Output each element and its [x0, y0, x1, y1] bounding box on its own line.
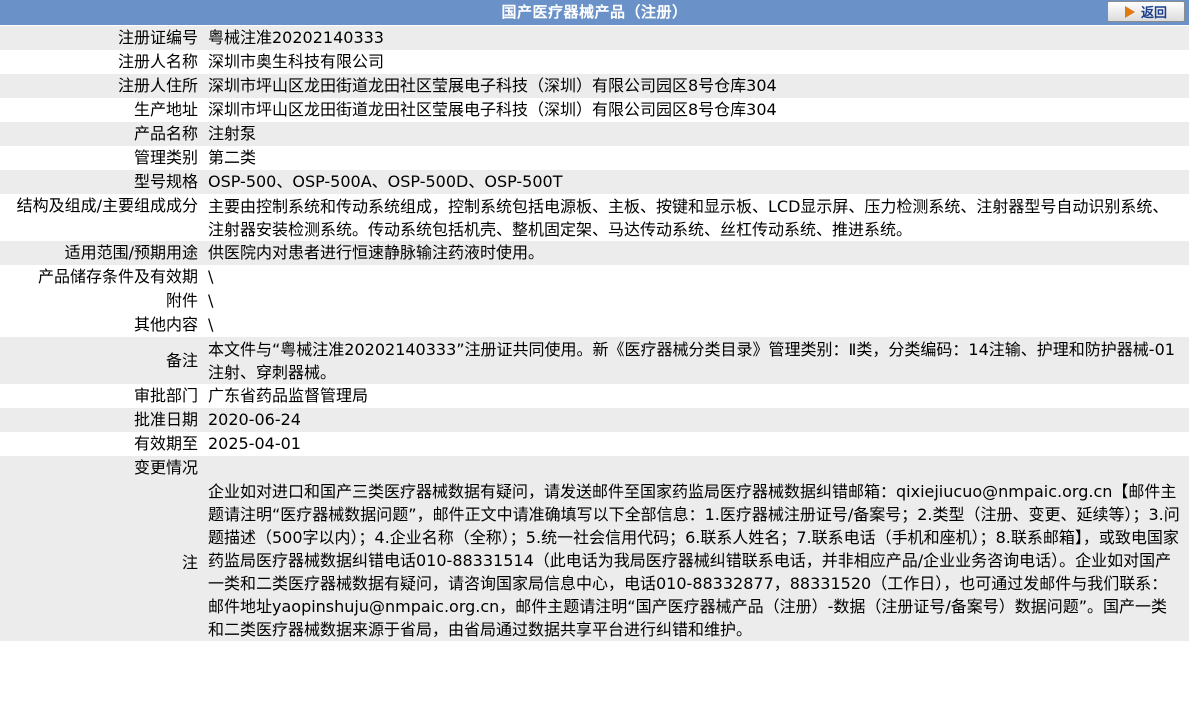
table-row: 结构及组成/主要组成成分 主要由控制系统和传动系统组成，控制系统包括电源板、主板…: [0, 194, 1189, 241]
field-label: 备注: [0, 337, 204, 384]
table-row: 变更情况: [0, 456, 1189, 480]
detail-table: 注册证编号 粤械注准20202140333 注册人名称 深圳市奥生科技有限公司 …: [0, 26, 1189, 641]
table-row: 注册人名称 深圳市奥生科技有限公司: [0, 50, 1189, 74]
field-label: 有效期至: [0, 432, 204, 456]
arrow-right-icon: [1124, 5, 1135, 18]
page-title: 国产医疗器械产品（注册）: [501, 3, 688, 21]
field-label: 产品名称: [0, 122, 204, 146]
field-value: \: [204, 313, 1189, 337]
field-value: 广东省药品监督管理局: [204, 384, 1189, 408]
table-row: 型号规格 OSP-500、OSP-500A、OSP-500D、OSP-500T: [0, 170, 1189, 194]
field-value: 主要由控制系统和传动系统组成，控制系统包括电源板、主板、按键和显示板、LCD显示…: [204, 194, 1189, 241]
field-label: 结构及组成/主要组成成分: [0, 194, 204, 241]
field-value: 第二类: [204, 146, 1189, 170]
field-value: 本文件与“粤械注准20202140333”注册证共同使用。新《医疗器械分类目录》…: [204, 337, 1189, 384]
field-value: \: [204, 289, 1189, 313]
field-value: \: [204, 265, 1189, 289]
field-value: 供医院内对患者进行恒速静脉输注药液时使用。: [204, 241, 1189, 265]
field-label: 注册人住所: [0, 74, 204, 98]
field-value: 深圳市坪山区龙田街道龙田社区莹展电子科技（深圳）有限公司园区8号仓库304: [204, 74, 1189, 98]
field-label: 审批部门: [0, 384, 204, 408]
field-value: 注射泵: [204, 122, 1189, 146]
table-row: 适用范围/预期用途 供医院内对患者进行恒速静脉输注药液时使用。: [0, 241, 1189, 265]
table-row: 产品名称 注射泵: [0, 122, 1189, 146]
table-row: 产品储存条件及有效期 \: [0, 265, 1189, 289]
field-label: 生产地址: [0, 98, 204, 122]
table-row: 其他内容 \: [0, 313, 1189, 337]
table-row: 附件 \: [0, 289, 1189, 313]
table-row: 生产地址 深圳市坪山区龙田街道龙田社区莹展电子科技（深圳）有限公司园区8号仓库3…: [0, 98, 1189, 122]
field-label: 适用范围/预期用途: [0, 241, 204, 265]
field-label: 变更情况: [0, 456, 204, 480]
field-value: 粤械注准20202140333: [204, 26, 1189, 50]
table-row: 注册证编号 粤械注准20202140333: [0, 26, 1189, 50]
table-row: 注册人住所 深圳市坪山区龙田街道龙田社区莹展电子科技（深圳）有限公司园区8号仓库…: [0, 74, 1189, 98]
field-value: 2020-06-24: [204, 408, 1189, 432]
table-row: 批准日期 2020-06-24: [0, 408, 1189, 432]
field-value: 2025-04-01: [204, 432, 1189, 456]
table-row: 有效期至 2025-04-01: [0, 432, 1189, 456]
back-button[interactable]: 返回: [1107, 1, 1185, 22]
field-label: 产品储存条件及有效期: [0, 265, 204, 289]
field-label: 注册人名称: [0, 50, 204, 74]
note-label: 注: [0, 480, 204, 641]
note-text: 企业如对进口和国产三类医疗器械数据有疑问，请发送邮件至国家药监局医疗器械数据纠错…: [204, 480, 1189, 641]
field-value: 深圳市坪山区龙田街道龙田社区莹展电子科技（深圳）有限公司园区8号仓库304: [204, 98, 1189, 122]
table-row: 管理类别 第二类: [0, 146, 1189, 170]
field-label: 其他内容: [0, 313, 204, 337]
table-row: 备注 本文件与“粤械注准20202140333”注册证共同使用。新《医疗器械分类…: [0, 337, 1189, 384]
field-label: 注册证编号: [0, 26, 204, 50]
back-button-label: 返回: [1140, 6, 1167, 21]
field-label: 型号规格: [0, 170, 204, 194]
field-label: 附件: [0, 289, 204, 313]
field-label: 批准日期: [0, 408, 204, 432]
field-value: OSP-500、OSP-500A、OSP-500D、OSP-500T: [204, 170, 1189, 194]
field-value: 深圳市奥生科技有限公司: [204, 50, 1189, 74]
note-row: 注 企业如对进口和国产三类医疗器械数据有疑问，请发送邮件至国家药监局医疗器械数据…: [0, 480, 1189, 641]
field-value: [204, 456, 1189, 480]
field-label: 管理类别: [0, 146, 204, 170]
table-row: 审批部门 广东省药品监督管理局: [0, 384, 1189, 408]
page-header: 国产医疗器械产品（注册） 返回: [0, 0, 1189, 26]
